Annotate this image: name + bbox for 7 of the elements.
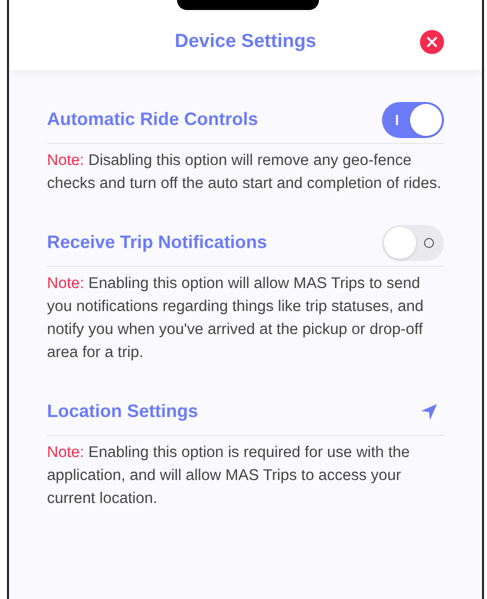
setting-title: Automatic Ride Controls <box>47 108 258 131</box>
note-text: Note: Enabling this option will allow MAS Trips to send you notifications regarding things like trip statuses, and notify you when you've arrived at the pickup or drop-off area for a trip. <box>47 274 425 363</box>
note-text: Note: Enabling this option is required for use with the application, and will allow MAS Trips to access your current location. <box>47 443 411 509</box>
setting-title: Receive Trip Notifications <box>47 231 268 254</box>
header-title: Device Settings <box>174 30 316 54</box>
note-text: Note: Disabling this option will remove any geo-fence checks and turn off the auto start and completion of rides. <box>47 151 442 194</box>
setting-title: Location Settings <box>47 400 198 423</box>
